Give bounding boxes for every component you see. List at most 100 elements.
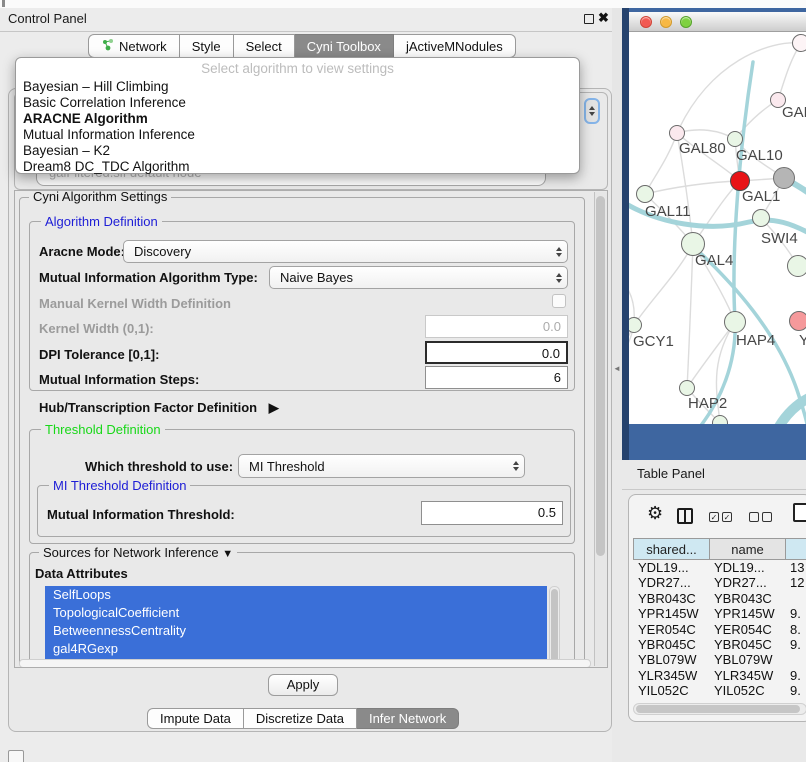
algorithm-dropdown-popup: Select algorithm to view settings Bayesi… <box>15 57 580 174</box>
which-threshold-combo[interactable]: MI Threshold <box>238 454 525 478</box>
tab-cyni-toolbox[interactable]: Cyni Toolbox <box>295 34 394 58</box>
tab-infer-network[interactable]: Infer Network <box>357 708 459 729</box>
tab-label: Style <box>192 39 221 54</box>
table-row[interactable]: YPR145WYPR145W9. <box>633 606 806 621</box>
algorithm-option[interactable]: Mutual Information Inference <box>23 127 195 142</box>
node-hap4[interactable] <box>724 311 746 333</box>
collapse-left-icon[interactable]: ◄ <box>613 364 621 373</box>
tab-label: Network <box>119 39 167 54</box>
node[interactable] <box>787 255 806 277</box>
deselect-all-columns-icon[interactable] <box>749 512 772 522</box>
table-row[interactable]: YBL079WYBL079W <box>633 652 806 667</box>
node-gal80[interactable] <box>669 125 685 141</box>
tab-label: Impute Data <box>160 711 231 726</box>
node-label: Y <box>799 332 806 349</box>
apply-button[interactable]: Apply <box>268 674 338 696</box>
network-window-titlebar[interactable] <box>629 12 806 32</box>
data-attributes-list[interactable]: SelfLoops TopologicalCoefficient Between… <box>45 586 547 668</box>
split-view-icon[interactable] <box>677 508 693 524</box>
tab-select[interactable]: Select <box>234 34 295 58</box>
table-panel: Table Panel ⚙ ✓✓ shared... name YDL19...… <box>612 460 806 762</box>
table-horizontal-scrollbar[interactable] <box>633 703 806 715</box>
table-panel-box: ⚙ ✓✓ shared... name YDL19...YDL19...13 Y… <box>628 494 806 722</box>
algorithm-option[interactable]: Basic Correlation Inference <box>23 95 186 110</box>
column-header-shared-name[interactable]: shared... <box>633 538 710 560</box>
attribute-list-scrollbar[interactable] <box>549 586 560 668</box>
node[interactable] <box>792 34 806 52</box>
cell: 9. <box>786 683 806 698</box>
node-label: HAP4 <box>736 332 775 349</box>
tab-jactivemnodules[interactable]: jActiveMNodules <box>394 34 516 58</box>
tab-discretize-data[interactable]: Discretize Data <box>244 708 357 729</box>
cyni-algorithm-settings-title: Cyni Algorithm Settings <box>29 190 171 204</box>
cell: 9. <box>786 606 806 621</box>
hub-definition-toggle[interactable]: Hub/Transcription Factor Definition ▶ <box>39 400 279 416</box>
tab-style[interactable]: Style <box>180 34 234 58</box>
new-table-icon[interactable] <box>793 503 806 522</box>
table-row[interactable]: YBR045CYBR045C9. <box>633 637 806 652</box>
node[interactable] <box>712 415 728 424</box>
algorithm-option-selected[interactable]: ARACNE Algorithm <box>23 111 148 126</box>
table-row[interactable]: YDL19...YDL19...13 <box>633 560 806 575</box>
minimized-panel-icon[interactable] <box>8 750 24 762</box>
mi-steps-field[interactable]: 6 <box>425 366 568 389</box>
node-hap2[interactable] <box>679 380 695 396</box>
settings-scrollpane: Cyni Algorithm Settings Algorithm Defini… <box>14 190 608 668</box>
attribute-item[interactable]: BetweennessCentrality <box>45 622 547 640</box>
kernel-width-field[interactable]: 0.0 <box>425 315 568 338</box>
cell: YIL052C <box>633 683 710 698</box>
desktop-edge <box>622 8 629 460</box>
attribute-item[interactable]: gal4RGexp <box>45 640 547 658</box>
close-traffic-light[interactable] <box>640 16 652 28</box>
algorithm-option[interactable]: Bayesian – Hill Climbing <box>23 79 169 94</box>
aracne-mode-combo[interactable]: Discovery <box>123 240 568 263</box>
table-row[interactable]: YER054CYER054C8. <box>633 622 806 637</box>
focused-combo-arrows[interactable] <box>584 98 600 124</box>
table-body[interactable]: YDL19...YDL19...13 YDR27...YDR27...12 YB… <box>633 560 806 701</box>
tab-label: Cyni Toolbox <box>307 39 381 54</box>
mi-type-combo[interactable]: Naive Bayes <box>269 266 568 289</box>
network-view-window: GAL GAL80 GAL10 GAL1 GAL11 SWI4 GAL4 GCY… <box>629 12 806 424</box>
minimize-traffic-light[interactable] <box>660 16 672 28</box>
float-window-icon[interactable] <box>584 14 594 24</box>
gear-icon[interactable]: ⚙ <box>647 504 663 522</box>
settings-vertical-scrollbar[interactable] <box>594 192 607 666</box>
node-swi4[interactable] <box>752 209 770 227</box>
mi-threshold-field[interactable]: 0.5 <box>421 501 563 525</box>
hub-definition-label: Hub/Transcription Factor Definition <box>39 400 257 415</box>
attribute-item[interactable]: TopologicalCoefficient <box>45 604 547 622</box>
node[interactable] <box>773 167 795 189</box>
dpi-tolerance-field[interactable]: 0.0 <box>425 341 568 364</box>
table-panel-title: Table Panel <box>637 466 705 481</box>
top-strip <box>0 0 806 8</box>
column-header-name[interactable]: name <box>710 538 786 560</box>
table-row[interactable]: YBR043CYBR043C <box>633 591 806 606</box>
table-row[interactable]: YDR27...YDR27...12 <box>633 575 806 590</box>
settings-horizontal-scrollbar[interactable] <box>19 659 591 668</box>
algorithm-option[interactable]: Dream8 DC_TDC Algorithm <box>23 159 190 174</box>
cell: YBR043C <box>633 591 710 606</box>
mi-threshold-title: MI Threshold Definition <box>49 478 190 493</box>
zoom-traffic-light[interactable] <box>680 16 692 28</box>
table-row[interactable]: YLR345WYLR345W9. <box>633 668 806 683</box>
node-label: GCY1 <box>633 333 674 350</box>
algorithm-option[interactable]: Bayesian – K2 <box>23 143 110 158</box>
node[interactable] <box>789 311 806 331</box>
sources-title[interactable]: Sources for Network Inference ▼ <box>39 545 237 560</box>
kernel-width-label: Kernel Width (0,1): <box>39 321 154 336</box>
which-threshold-value: MI Threshold <box>249 459 325 474</box>
node-gal10[interactable] <box>727 131 743 147</box>
node-label: GAL1 <box>742 188 780 205</box>
mi-threshold-label: Mutual Information Threshold: <box>47 507 235 522</box>
attribute-item[interactable]: SelfLoops <box>45 586 547 604</box>
node-gal11[interactable] <box>636 185 654 203</box>
column-header[interactable] <box>786 538 806 560</box>
close-icon[interactable]: ✖ <box>598 10 609 26</box>
tab-network[interactable]: Network <box>88 34 180 58</box>
tab-impute-data[interactable]: Impute Data <box>147 708 244 729</box>
table-row[interactable]: YIL052CYIL052C9. <box>633 683 806 698</box>
manual-kernel-label: Manual Kernel Width Definition <box>39 296 231 311</box>
manual-kernel-checkbox[interactable] <box>552 294 566 308</box>
network-canvas[interactable]: GAL GAL80 GAL10 GAL1 GAL11 SWI4 GAL4 GCY… <box>629 32 806 424</box>
select-all-columns-icon[interactable]: ✓✓ <box>709 512 732 522</box>
